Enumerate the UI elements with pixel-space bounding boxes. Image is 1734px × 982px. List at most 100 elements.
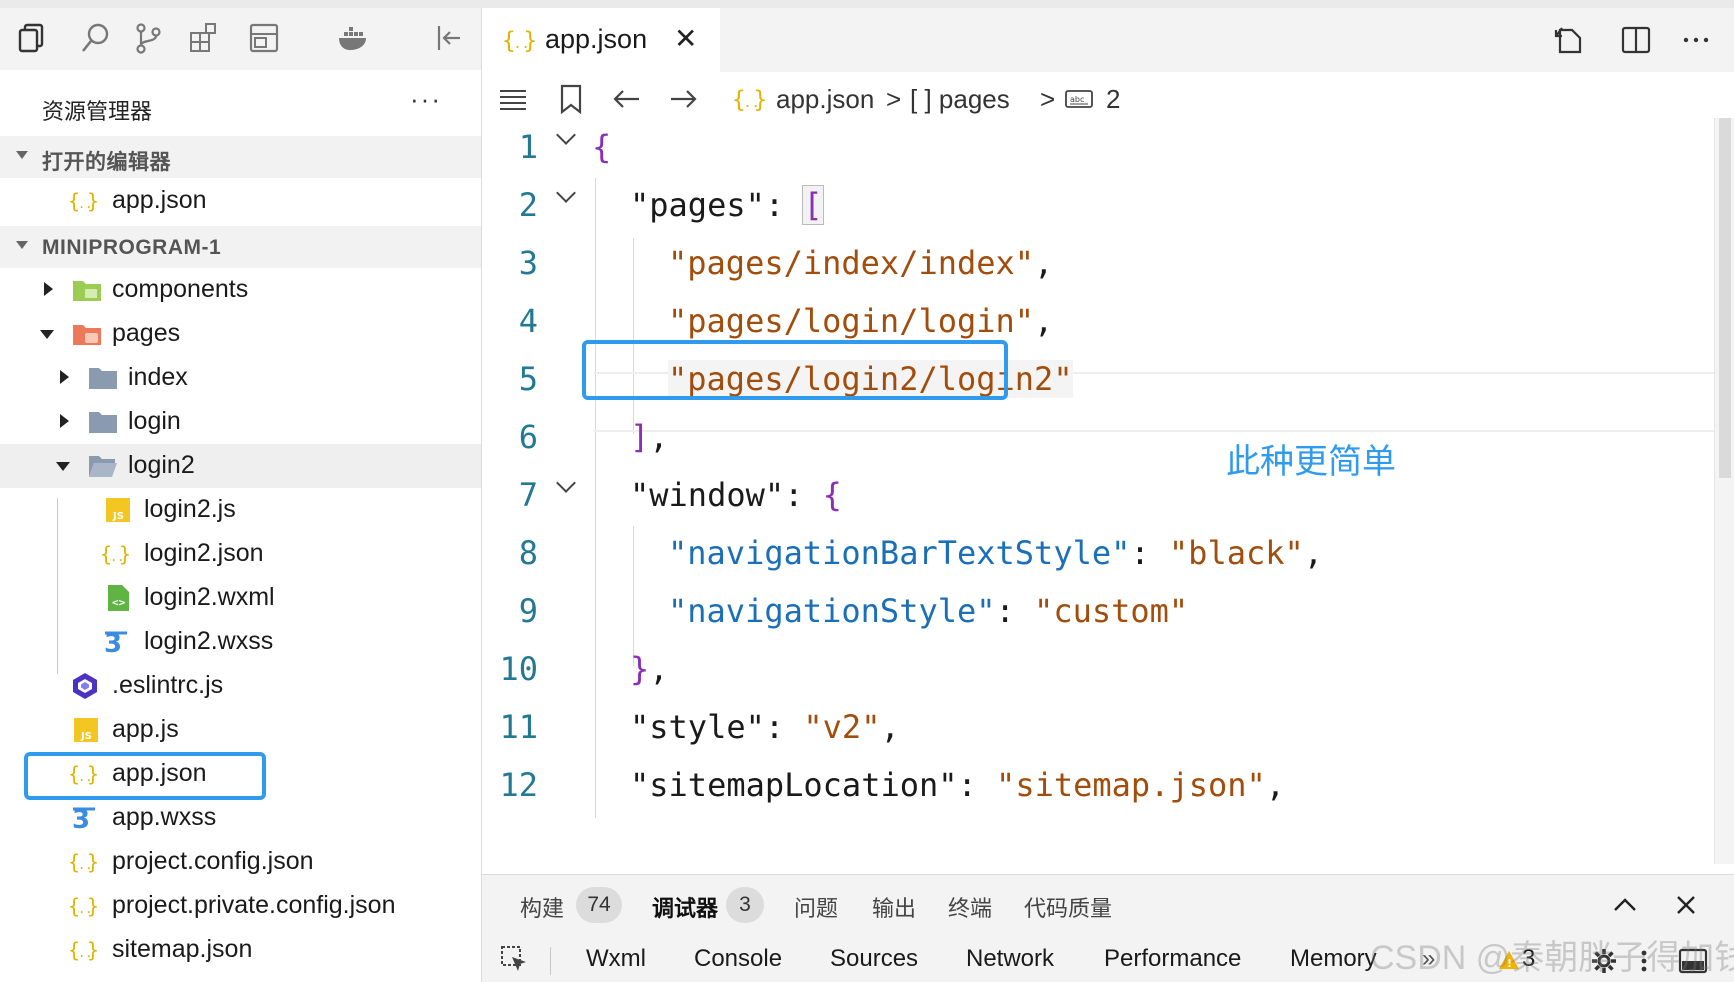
tree-item-login2-json[interactable]: {..} login2.json [0,532,481,576]
subtab-sources[interactable]: Sources [830,945,918,973]
tree-item-login[interactable]: login [0,400,481,444]
extensions-icon[interactable] [184,18,224,58]
tab-problems[interactable]: 问题 [794,891,838,923]
tree-item-pages[interactable]: pages [0,312,481,356]
watermark: CSDN @秦朝胖子得加钱 [1370,939,1734,977]
json-string: "v2" [803,708,881,746]
tree-item-sitemap[interactable]: {..} sitemap.json [0,928,481,972]
line-number: 8 [518,534,538,572]
layout-icon[interactable] [244,18,284,58]
chevron-right-icon [60,414,69,428]
fold-chevron-icon[interactable] [556,473,576,493]
editor-scrollbar[interactable] [1714,118,1734,864]
tree-item-index[interactable]: index [0,356,481,400]
tab-app-json[interactable]: {..} app.json ✕ [482,8,720,72]
folder-open-icon [89,456,117,477]
more-actions-icon[interactable] [1678,22,1714,58]
section-label: MINIPROGRAM-1 [42,236,222,259]
file-name: project.config.json [112,847,314,875]
fold-chevron-icon[interactable] [556,125,576,145]
highlight-box-app-json [24,752,266,800]
code-token: { [822,476,842,514]
tree-item-app-wxss[interactable]: 3 app.wxss [0,796,481,840]
subtab-memory[interactable]: Memory [1290,945,1377,973]
folder-components-icon [73,281,101,301]
source-control-icon[interactable] [128,18,168,58]
json-string: "black" [1168,534,1304,572]
json-file-icon: {..} [502,28,536,54]
breadcrumb-index[interactable]: 2 [1106,84,1120,115]
json-string: "pages/index/index" [668,244,1035,282]
breadcrumb-array[interactable]: [ ] pages [910,84,1010,115]
code-token: , [1265,766,1286,804]
code-token: , [1034,302,1054,340]
outline-list-icon[interactable] [496,82,530,116]
chevron-down-icon [16,241,28,249]
tab-terminal[interactable]: 终端 [948,891,992,923]
tree-item-project-private-config[interactable]: {..} project.private.config.json [0,884,481,928]
arrow-left-icon[interactable] [610,82,644,116]
inspect-element-icon[interactable] [500,945,528,973]
eslint-icon [73,673,97,699]
svg-text:<>: <> [112,596,126,609]
json-string: "custom" [1034,592,1189,630]
tree-item-login2-js[interactable]: JS login2.js [0,488,481,532]
chevron-right-icon [60,370,69,384]
collapse-sidebar-icon[interactable] [428,18,468,58]
open-editor-item[interactable]: {..} app.json [0,179,481,223]
file-name: .eslintrc.js [112,671,224,699]
tab-label: app.json [545,24,648,54]
tree-item-eslintrc[interactable]: .eslintrc.js [0,664,481,708]
files-icon[interactable] [14,18,54,58]
search-icon[interactable] [76,18,116,58]
code-token: : [764,186,804,224]
tree-item-login2[interactable]: login2 [0,444,481,488]
editor-area: {..} app.json ✕ {..} app.json > [ ] page… [482,8,1734,874]
tab-build[interactable]: 构建 [520,891,564,923]
open-editors-header[interactable]: 打开的编辑器 [0,136,481,178]
breadcrumb-file[interactable]: app.json [776,84,874,115]
tree-item-login2-wxss[interactable]: 3 login2.wxss [0,620,481,664]
project-header[interactable]: MINIPROGRAM-1 [0,226,481,268]
subtab-console[interactable]: Console [694,945,782,973]
tab-code-quality[interactable]: 代码质量 [1024,891,1112,923]
highlight-box-new-page [582,340,1008,400]
more-actions-button[interactable]: ··· [410,84,442,115]
code-token: , [649,418,669,456]
folder-icon [89,368,117,389]
line-number: 3 [518,244,538,282]
open-changes-icon[interactable] [1552,22,1588,58]
scrollbar-thumb[interactable] [1719,118,1731,478]
matching-bracket: [ [802,185,824,225]
code-token: , [649,650,669,688]
code-token: : [764,708,804,746]
split-editor-icon[interactable] [1618,22,1654,58]
tab-output[interactable]: 输出 [872,891,916,923]
close-icon[interactable] [1674,893,1698,917]
fold-chevron-icon[interactable] [556,183,576,203]
tree-item-login2-wxml[interactable]: <> login2.wxml [0,576,481,620]
subtab-performance[interactable]: Performance [1104,945,1241,973]
arrow-right-icon[interactable] [666,82,700,116]
tree-item-components[interactable]: components [0,268,481,312]
tree-item-project-config[interactable]: {..} project.config.json [0,840,481,884]
explorer-header: 资源管理器 ··· [0,70,481,136]
line-number: 12 [499,766,538,804]
subtab-wxml[interactable]: Wxml [586,945,646,973]
code-view[interactable]: 1 { 2 "pages": [ 3 "pages/index/index", … [482,118,1734,874]
bookmark-icon[interactable] [556,82,586,116]
close-tab-button[interactable]: ✕ [674,22,697,55]
wxml-file-icon: <> [108,585,129,611]
docker-icon[interactable] [334,18,374,58]
file-name: sitemap.json [112,935,253,963]
tree-item-app-js[interactable]: JS app.js [0,708,481,752]
tab-debugger[interactable]: 调试器 [652,891,718,923]
chevron-down-icon [56,462,70,471]
chevron-up-icon[interactable] [1612,895,1638,915]
file-name: login2.wxss [144,627,274,655]
annotation-text: 此种更简单 [1226,443,1396,481]
file-name: app.json [112,186,207,214]
debugger-count-badge: 3 [726,887,764,923]
json-file-icon: {..} [68,850,98,874]
subtab-network[interactable]: Network [966,945,1054,973]
